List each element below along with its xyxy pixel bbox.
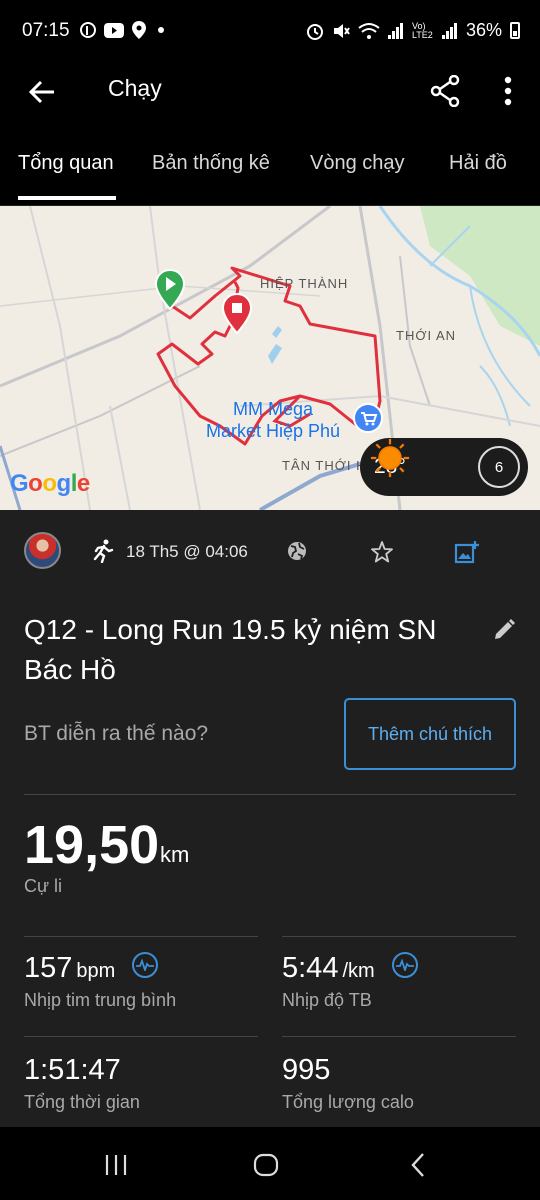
heart-rate-stat: 157 bpm xyxy=(24,952,115,985)
activity-details: 18 Th5 @ 04:06 Q12 - Long Run 19.5 kỷ ni… xyxy=(0,510,540,1127)
finish-marker-icon xyxy=(221,292,253,334)
home-button[interactable] xyxy=(246,1145,286,1185)
battery-percent: 36% xyxy=(465,20,502,40)
distance-value: 19,50 xyxy=(24,815,160,875)
divider xyxy=(282,1036,516,1037)
star-icon[interactable] xyxy=(370,540,394,564)
wind-indicator: 6 xyxy=(478,446,520,488)
calories-value: 995 xyxy=(282,1054,331,1086)
edit-pencil-icon[interactable] xyxy=(492,618,516,642)
avatar[interactable] xyxy=(24,532,61,569)
distance-unit: km xyxy=(160,842,190,867)
heart-rate-chart-icon[interactable] xyxy=(132,952,158,978)
system-back-button[interactable] xyxy=(398,1145,438,1185)
wind-speed: 6 xyxy=(494,458,504,476)
status-right-icons: Vo) LTE2 36% xyxy=(306,20,520,41)
activity-date: 18 Th5 @ 04:06 xyxy=(126,542,248,561)
battery-icon xyxy=(510,22,520,39)
add-photo-icon[interactable] xyxy=(454,540,480,564)
status-time: 07:15 xyxy=(22,20,70,41)
app-bar: Chạy xyxy=(0,62,540,122)
more-options-button[interactable] xyxy=(490,70,526,112)
dot-icon xyxy=(158,27,164,33)
page-title: Chạy xyxy=(108,75,162,101)
map-label-thoi-an: THỚI AN xyxy=(396,328,457,343)
signal-icon-2 xyxy=(441,22,457,39)
signal-icon xyxy=(387,22,403,39)
alarm-icon xyxy=(306,23,323,40)
activity-title: Q12 - Long Run 19.5 kỷ niệm SN Bác Hồ xyxy=(24,614,437,685)
total-time-label: Tổng thời gian xyxy=(24,1092,140,1112)
add-note-button[interactable]: Thêm chú thích xyxy=(344,698,516,770)
tab-stats[interactable]: Bản thống kê xyxy=(152,152,270,175)
distance-label: Cự li xyxy=(24,876,63,896)
pace-chart-icon[interactable] xyxy=(392,952,418,978)
tab-map[interactable]: Hải đồ xyxy=(449,152,507,175)
pace-label: Nhịp độ TB xyxy=(282,990,372,1010)
back-button[interactable] xyxy=(22,72,62,112)
how-was-it-prompt: BT diễn ra thế nào? xyxy=(24,722,209,745)
pace-value: 5:44 xyxy=(282,952,339,984)
start-marker-icon xyxy=(154,268,186,310)
mute-icon xyxy=(333,23,350,38)
recent-apps-icon xyxy=(105,1155,127,1175)
status-bar: 07:15 Vo) LTE2 36% xyxy=(0,0,540,62)
network-label: Vo) LTE2 xyxy=(411,20,433,40)
google-logo: Google xyxy=(10,470,90,497)
running-icon xyxy=(93,539,114,563)
chevron-left-icon xyxy=(411,1153,424,1177)
divider xyxy=(282,936,516,937)
arrow-back-icon xyxy=(29,80,54,104)
tab-bar: Tổng quan Bản thống kê Vòng chạy Hải đồ xyxy=(0,122,540,206)
share-icon xyxy=(430,75,460,107)
route-map[interactable]: HIỆP THÀNH THỚI AN TÂN THỚI H MM Mega Ma… xyxy=(0,206,540,510)
tab-overview[interactable]: Tổng quan xyxy=(18,152,114,175)
calories-label: Tổng lượng calo xyxy=(282,1092,414,1112)
total-time-value: 1:51:47 xyxy=(24,1054,121,1086)
home-icon xyxy=(253,1153,279,1177)
poi-label-line2: Market Hiệp Phú xyxy=(205,421,341,441)
heart-rate-unit: bpm xyxy=(76,960,116,982)
tab-laps[interactable]: Vòng chạy xyxy=(310,152,405,175)
divider xyxy=(24,936,258,937)
pinterest-icon xyxy=(80,22,96,38)
divider xyxy=(24,794,516,795)
status-notification-icons xyxy=(80,21,168,39)
youtube-icon xyxy=(104,22,124,38)
location-icon xyxy=(132,21,146,39)
share-button[interactable] xyxy=(424,70,466,112)
heart-rate-label: Nhịp tim trung bình xyxy=(24,990,177,1010)
pace-unit: /km xyxy=(342,960,375,982)
tab-indicator xyxy=(18,196,116,200)
sun-icon xyxy=(370,438,410,478)
divider xyxy=(24,1036,258,1037)
recent-apps-button[interactable] xyxy=(96,1145,136,1185)
map-label-hiep-thanh: HIỆP THÀNH xyxy=(260,276,349,291)
more-vert-icon xyxy=(504,76,512,106)
poi-label-line1: MM Mega xyxy=(232,399,313,419)
map-label-tan-thoi: TÂN THỚI H xyxy=(282,458,367,473)
globe-icon[interactable] xyxy=(286,540,308,562)
heart-rate-value: 157 xyxy=(24,952,73,984)
poi-label[interactable]: MM Mega Market Hiệp Phú xyxy=(188,398,358,442)
wifi-icon xyxy=(358,22,380,39)
pace-stat: 5:44/km xyxy=(282,952,375,985)
system-nav-bar xyxy=(0,1127,540,1200)
weather-badge: 28° 6 xyxy=(360,438,528,496)
